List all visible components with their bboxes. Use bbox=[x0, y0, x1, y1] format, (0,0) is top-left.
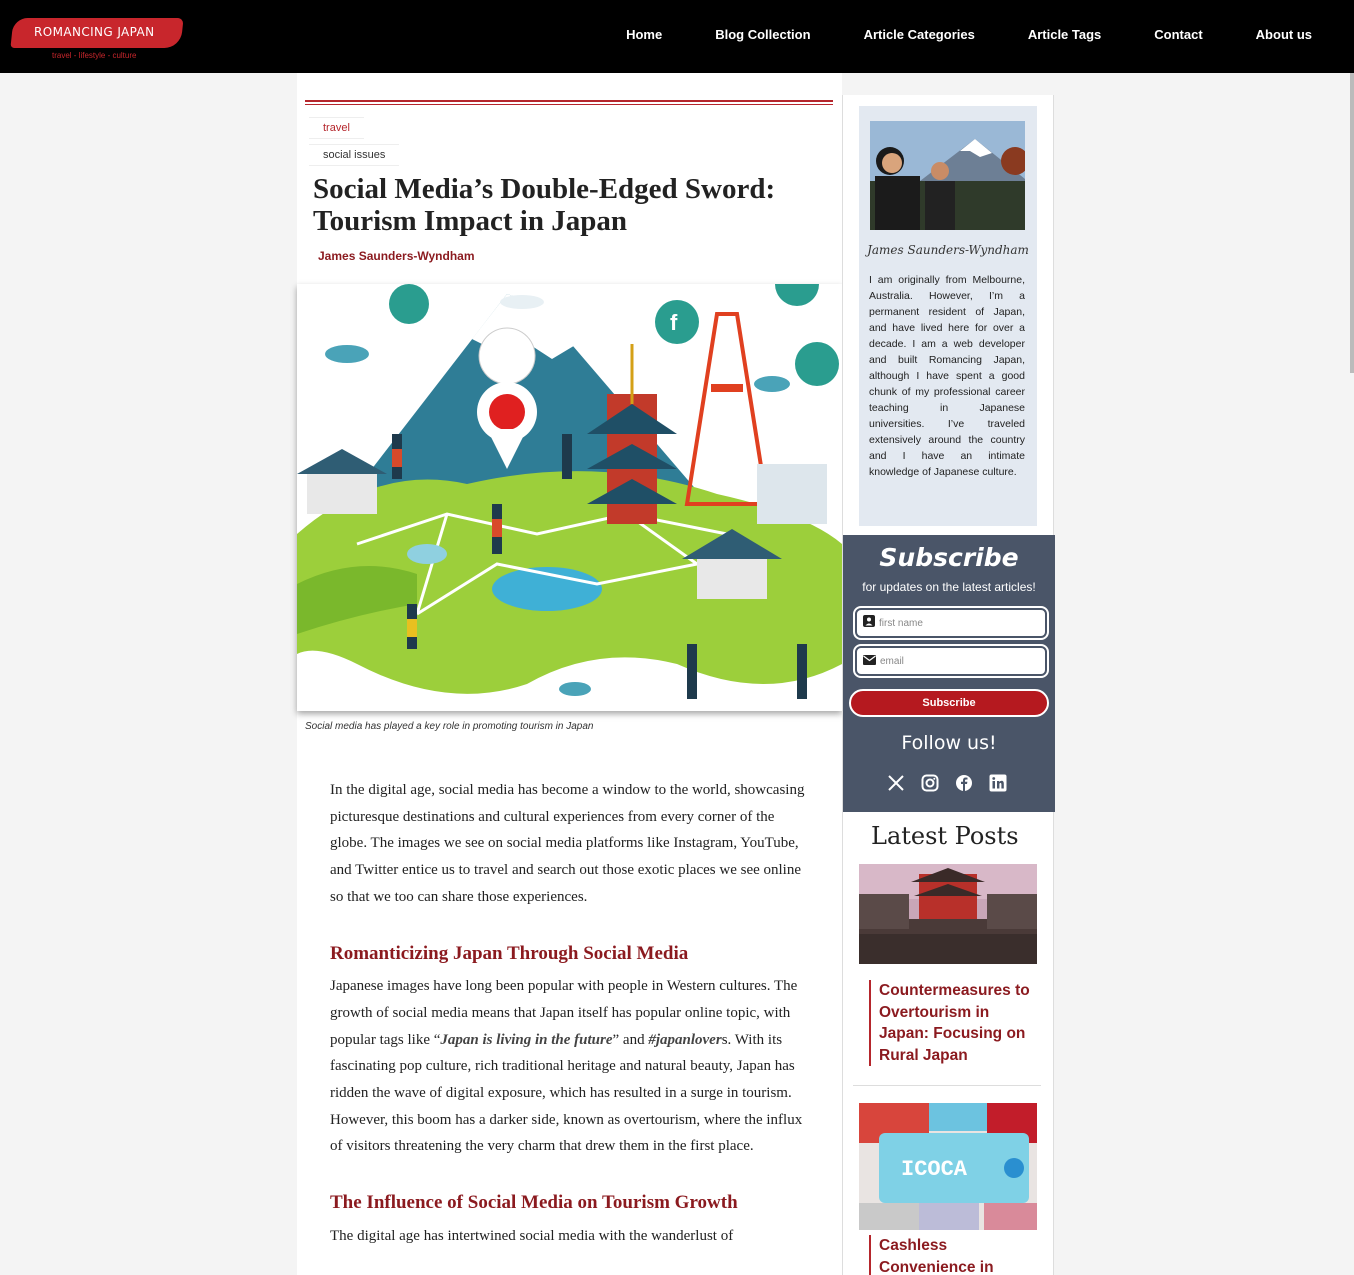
x-icon[interactable] bbox=[887, 774, 905, 792]
post-title-cashless[interactable]: Cashless Convenience in bbox=[869, 1235, 1037, 1275]
article: travel social issues Social Media’s Doub… bbox=[297, 73, 842, 1275]
subscribe-title: Subscribe bbox=[879, 543, 1019, 572]
logo-tagline: travel - lifestyle - culture bbox=[52, 51, 137, 60]
post-thumbnail-cashless[interactable]: ICOCA bbox=[859, 1103, 1037, 1230]
section-paragraph-romanticizing: Japanese images have long been popular w… bbox=[330, 973, 805, 1160]
emphasis-hashtag: #japanlover bbox=[648, 1031, 722, 1048]
nav-home[interactable]: Home bbox=[626, 27, 662, 42]
instagram-icon[interactable] bbox=[921, 774, 939, 792]
email-placeholder: email bbox=[880, 655, 904, 667]
title-rule bbox=[305, 100, 833, 102]
svg-text:f: f bbox=[670, 310, 678, 335]
first-name-placeholder: first name bbox=[879, 617, 923, 629]
article-title: Social Media’s Double-Edged Sword: Touri… bbox=[313, 173, 776, 237]
nav-article-categories[interactable]: Article Categories bbox=[864, 27, 975, 42]
section-heading-influence: The Influence of Social Media on Tourism… bbox=[330, 1192, 738, 1214]
nav-contact[interactable]: Contact bbox=[1154, 27, 1202, 42]
subscribe-subtitle: for updates on the latest articles! bbox=[862, 580, 1036, 594]
tag-travel[interactable]: travel bbox=[309, 117, 364, 139]
main-nav: Home Blog Collection Article Categories … bbox=[573, 27, 1312, 42]
title-rule-thin bbox=[305, 104, 833, 105]
first-name-field[interactable]: first name bbox=[853, 606, 1049, 640]
post-thumbnail-overtourism[interactable] bbox=[859, 864, 1037, 964]
nav-about-us[interactable]: About us bbox=[1256, 27, 1312, 42]
emphasis-living-future: Japan is living in the future bbox=[440, 1031, 613, 1048]
post-title-overtourism[interactable]: Countermeasures to Overtourism in Japan:… bbox=[869, 980, 1037, 1066]
post-divider bbox=[853, 1085, 1041, 1086]
article-body: In the digital age, social media has bec… bbox=[330, 777, 805, 1275]
follow-us-label: Follow us! bbox=[901, 732, 997, 754]
intro-paragraph: In the digital age, social media has bec… bbox=[330, 782, 805, 905]
section-paragraph-influence: The digital age has intertwined social m… bbox=[330, 1227, 734, 1244]
section-heading-romanticizing: Romanticizing Japan Through Social Media bbox=[330, 942, 689, 964]
social-links bbox=[887, 774, 1007, 792]
facebook-icon[interactable] bbox=[955, 774, 973, 792]
article-author[interactable]: James Saunders-Wyndham bbox=[318, 249, 475, 263]
hero-illustration: f bbox=[297, 284, 842, 711]
nav-article-tags[interactable]: Article Tags bbox=[1028, 27, 1101, 42]
latest-posts-title: Latest Posts bbox=[871, 822, 1019, 850]
subscribe-panel: Subscribe for updates on the latest arti… bbox=[843, 535, 1055, 812]
linkedin-icon[interactable] bbox=[989, 774, 1007, 792]
nav-blog-collection[interactable]: Blog Collection bbox=[715, 27, 810, 42]
subscribe-button[interactable]: Subscribe bbox=[849, 689, 1049, 717]
icoca-card-text: ICOCA bbox=[901, 1157, 968, 1182]
hero-caption: Social media has played a key role in pr… bbox=[305, 721, 594, 732]
sidebar: James Saunders-Wyndham I am originally f… bbox=[842, 95, 1055, 1275]
paragraph-text: s. With its fascinating pop culture, ric… bbox=[330, 1031, 803, 1155]
author-bio-text: I am originally from Melbourne, Australi… bbox=[869, 274, 1025, 478]
site-header: ROMANCING JAPAN travel - lifestyle - cul… bbox=[0, 0, 1354, 73]
author-name: James Saunders-Wyndham bbox=[867, 243, 1029, 257]
email-field[interactable]: email bbox=[853, 644, 1049, 678]
logo-title: ROMANCING JAPAN bbox=[34, 25, 155, 39]
page-scrollbar[interactable] bbox=[1350, 73, 1354, 373]
tag-social-issues[interactable]: social issues bbox=[309, 144, 400, 166]
site-logo[interactable]: ROMANCING JAPAN travel - lifestyle - cul… bbox=[10, 16, 184, 62]
author-photo bbox=[870, 121, 1025, 230]
author-bio-card: James Saunders-Wyndham I am originally f… bbox=[859, 106, 1037, 526]
person-icon bbox=[863, 614, 875, 632]
paragraph-text: ” and bbox=[612, 1031, 649, 1048]
envelope-icon bbox=[863, 652, 876, 670]
